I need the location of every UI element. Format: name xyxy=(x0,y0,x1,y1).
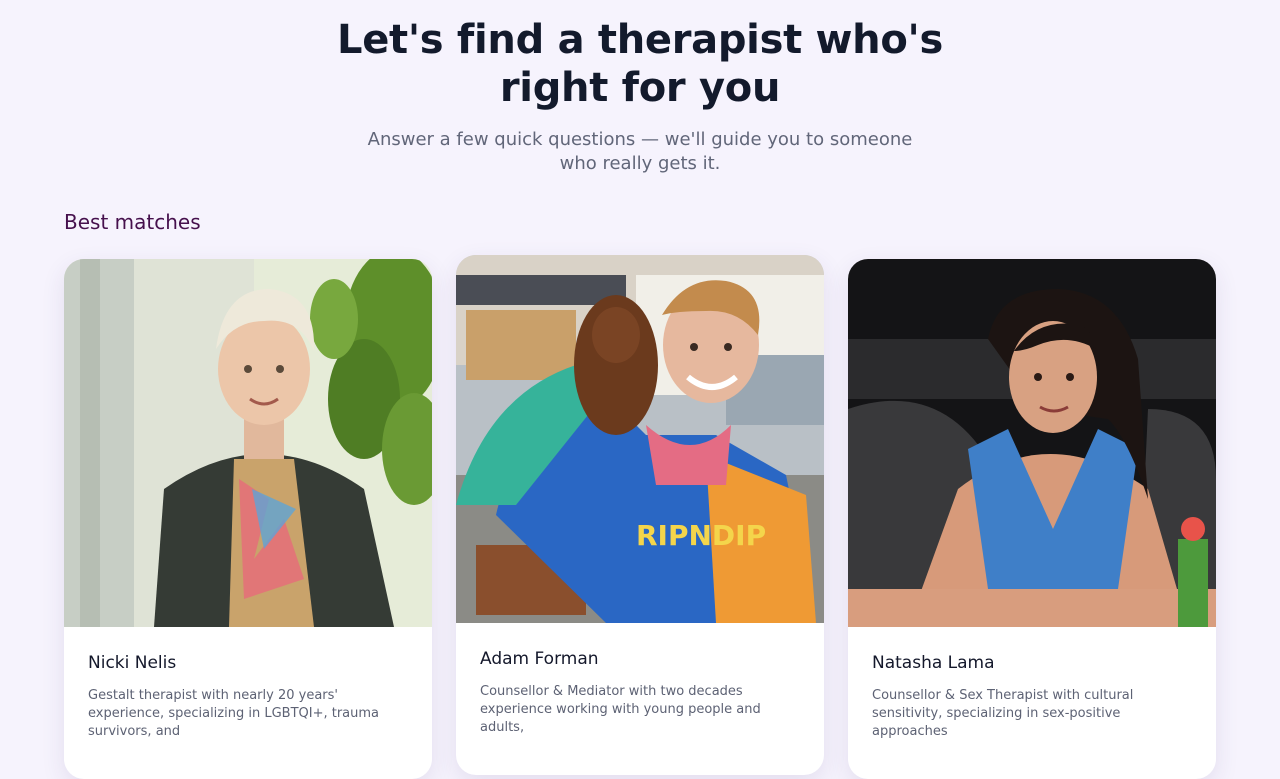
therapist-photo xyxy=(64,259,432,627)
therapist-card-adam-forman[interactable]: RIPNDIP Adam Forman Counsellor & Mediato… xyxy=(456,255,824,775)
best-matches-heading: Best matches xyxy=(64,210,201,234)
therapist-photo: RIPNDIP xyxy=(456,255,824,623)
therapist-card-natasha-lama[interactable]: Natasha Lama Counsellor & Sex Therapist … xyxy=(848,259,1216,779)
therapist-name: Natasha Lama xyxy=(872,653,995,673)
page-subtitle: Answer a few quick questions — we'll gui… xyxy=(367,129,913,174)
page-title: Let's find a therapist who's right for y… xyxy=(337,17,943,111)
therapist-description: Gestalt therapist with nearly 20 years' … xyxy=(88,688,380,739)
therapist-description: Counsellor & Sex Therapist with cultural… xyxy=(872,688,1134,739)
therapist-description: Counsellor & Mediator with two decades e… xyxy=(480,684,761,735)
therapist-photo xyxy=(848,259,1216,627)
therapist-name: Nicki Nelis xyxy=(88,653,177,673)
therapist-card-nicki-nelis[interactable]: Nicki Nelis Gestalt therapist with nearl… xyxy=(64,259,432,779)
therapist-name: Adam Forman xyxy=(480,649,599,669)
svg-text:RIPNDIP: RIPNDIP xyxy=(636,519,766,552)
